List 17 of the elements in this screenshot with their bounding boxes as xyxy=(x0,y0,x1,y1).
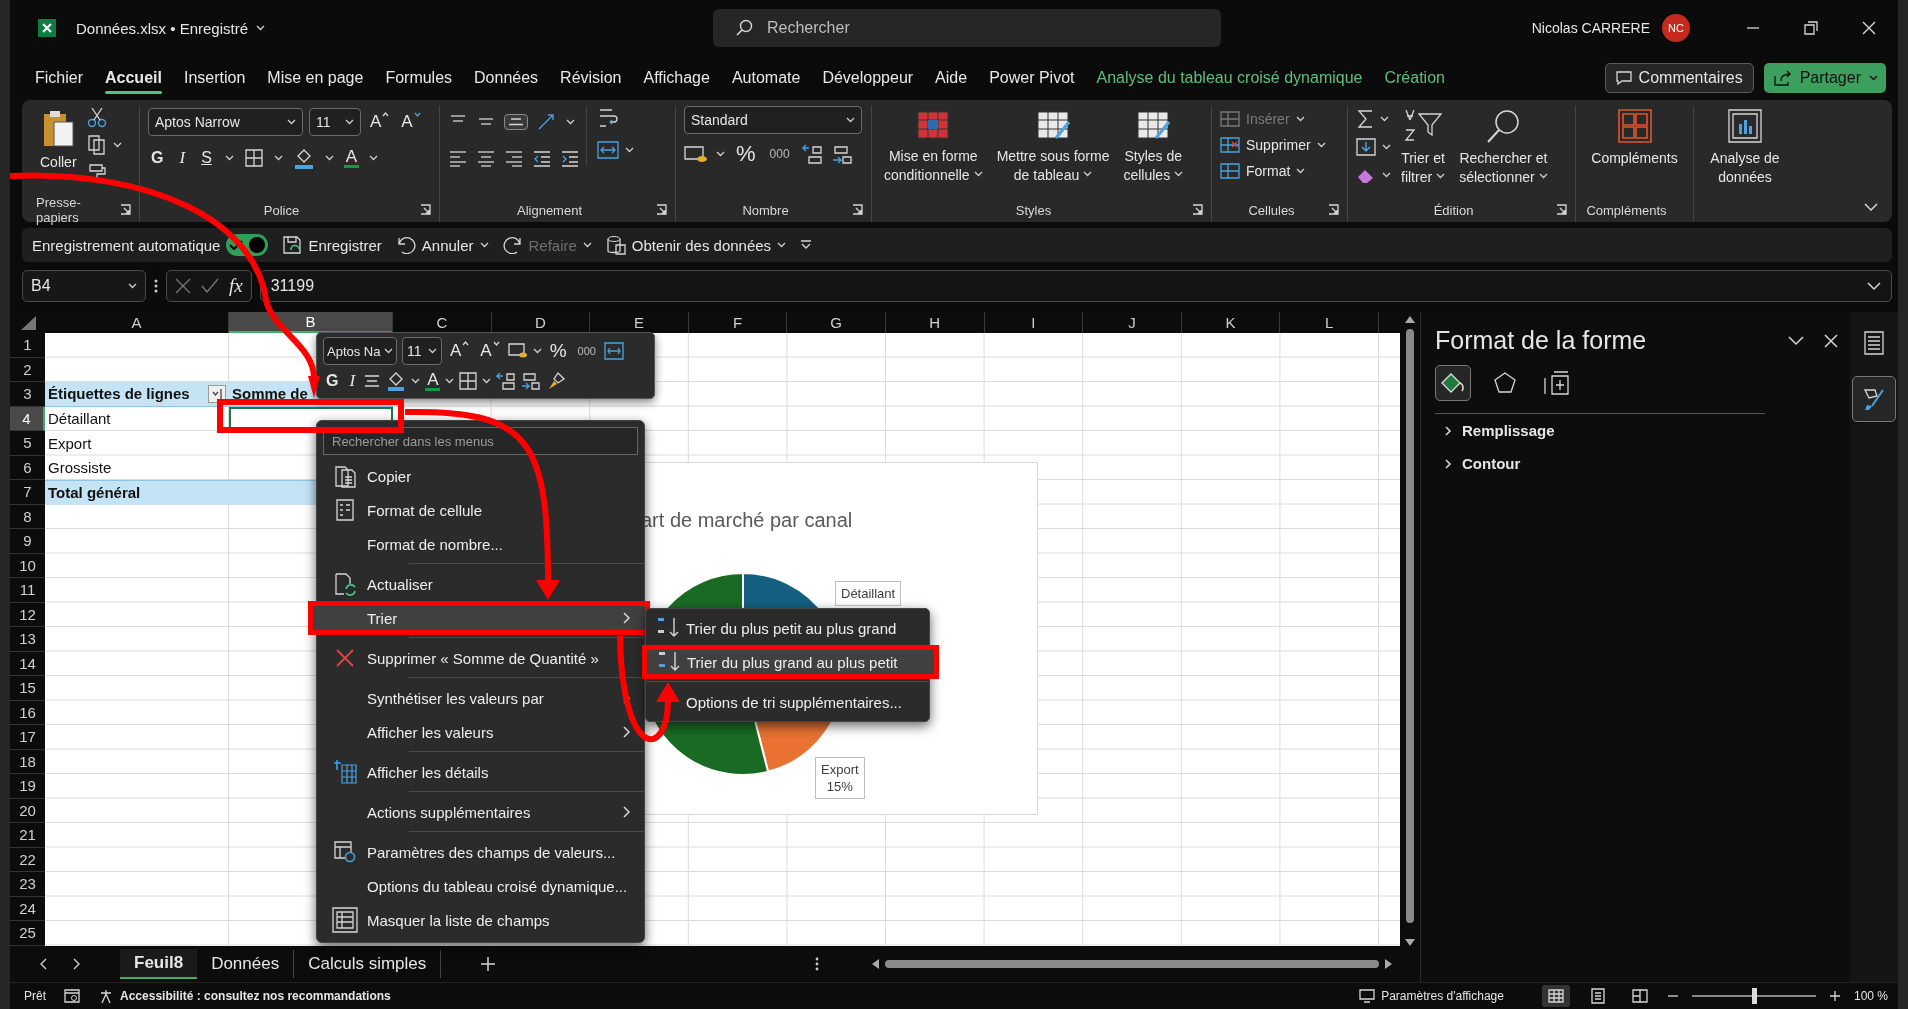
table-cell-text: Export xyxy=(47,433,93,454)
group-label: Édition xyxy=(1433,202,1474,218)
group-label: Compléments xyxy=(1586,202,1667,218)
group-label: Alignement xyxy=(516,202,582,218)
user-name: Nicolas CARRERE xyxy=(1531,20,1650,36)
autosave-label: Enregistrement automatique xyxy=(32,236,221,254)
group-label: Cellules xyxy=(1248,202,1295,218)
group-label: Presse-papiers xyxy=(36,195,82,225)
table-cell-text: Grossiste xyxy=(47,458,113,479)
table-cell-text: Détaillant xyxy=(47,409,112,430)
status-text: Prêt xyxy=(24,989,46,1003)
table-cell: Total général xyxy=(45,480,229,505)
group-label: Police xyxy=(263,202,300,218)
group-label: Styles xyxy=(1015,202,1052,218)
pane-title: Format de la forme xyxy=(1435,326,1648,355)
group-label: Nombre xyxy=(742,202,789,218)
row-labels-header: Étiquettes de lignes xyxy=(48,385,190,403)
